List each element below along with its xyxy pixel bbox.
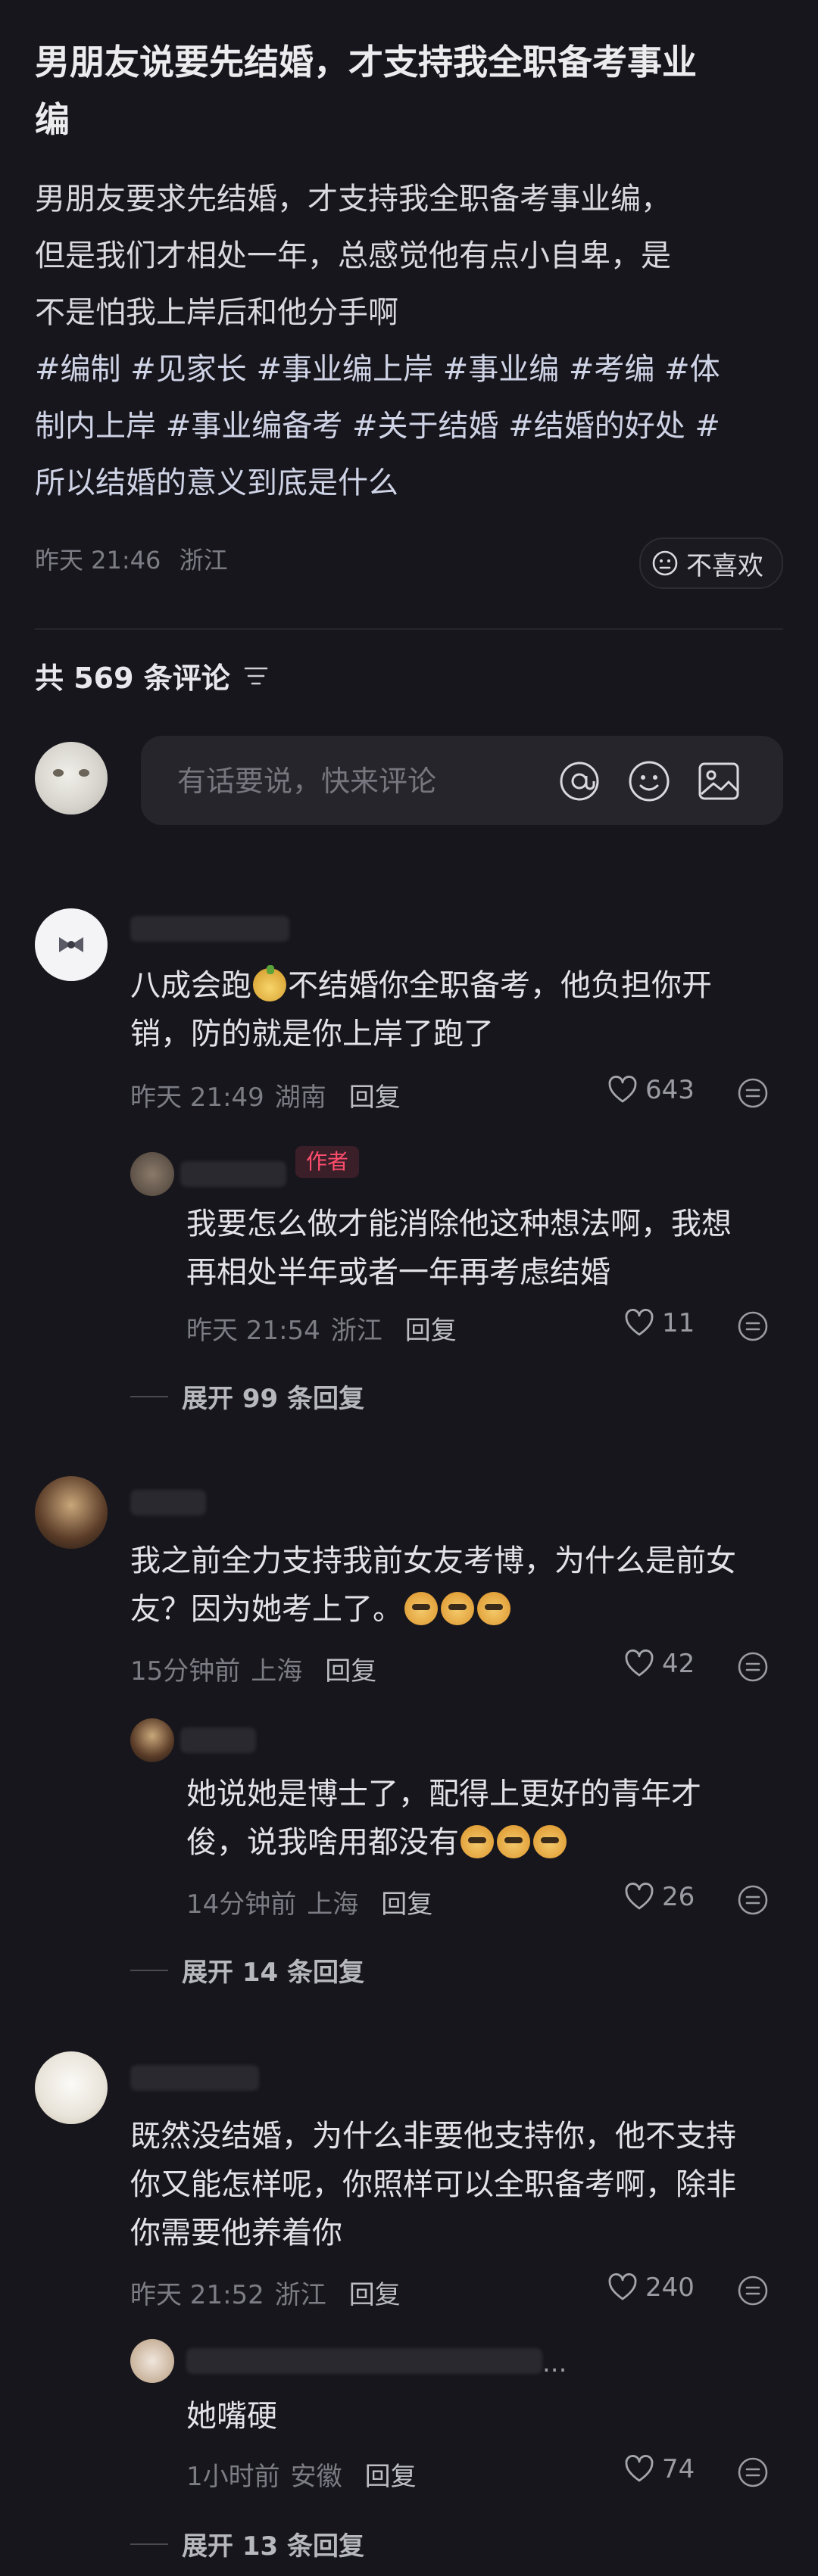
more-options-icon[interactable] bbox=[736, 1310, 770, 1343]
reply-button[interactable]: 回复 bbox=[365, 2456, 417, 2493]
reply-text: 她嘴硬 bbox=[186, 2399, 277, 2434]
post-meta: 昨天 21:46 浙江 bbox=[35, 541, 228, 576]
image-icon[interactable] bbox=[695, 758, 742, 805]
nickname[interactable] bbox=[180, 1161, 286, 1187]
my-avatar bbox=[35, 742, 108, 815]
like-count: 26 bbox=[662, 1882, 695, 1912]
more-options-icon[interactable] bbox=[736, 2456, 770, 2489]
dislike-face-icon bbox=[652, 550, 678, 576]
like-count: 240 bbox=[645, 2272, 695, 2303]
post-detail-page: 男朋友说要先结婚，才支持我全职备考事业 编 男朋友要求先结婚，才支持我全职备考事… bbox=[0, 0, 818, 2576]
reply-button[interactable]: 回复 bbox=[349, 2274, 401, 2311]
like-count: 74 bbox=[662, 2454, 695, 2484]
avatar[interactable] bbox=[35, 1476, 108, 1549]
like-count: 643 bbox=[645, 1075, 695, 1105]
emoji-face-icon bbox=[253, 965, 286, 1001]
comment-text: 八成会跑 不结婚你全职备考，他负担你开 销，防的就是你上岸了跑了 bbox=[130, 965, 712, 1051]
post-time: 昨天 21:46 bbox=[35, 546, 161, 575]
at-icon[interactable] bbox=[556, 758, 603, 805]
divider bbox=[35, 628, 783, 630]
comment-count: 共 569 条评论 bbox=[35, 662, 230, 695]
sort-icon[interactable] bbox=[242, 665, 270, 687]
like-button[interactable]: 643 bbox=[607, 1075, 695, 1105]
more-options-icon[interactable] bbox=[736, 2274, 770, 2307]
comment-meta: 昨天 21:49 湖南 回复 bbox=[130, 1076, 401, 1114]
expand-replies-button[interactable]: 展开 14 条回复 bbox=[130, 1951, 364, 1989]
reply-meta: 14分钟前 上海 回复 bbox=[186, 1883, 432, 1920]
comment-input[interactable] bbox=[176, 736, 527, 827]
avatar[interactable] bbox=[35, 2051, 108, 2124]
nickname[interactable] bbox=[130, 916, 289, 942]
expand-replies-button[interactable]: 展开 13 条回复 bbox=[130, 2525, 364, 2562]
comment-meta: 15分钟前 上海 回复 bbox=[130, 1650, 376, 1687]
heart-icon bbox=[625, 1883, 654, 1910]
avatar[interactable] bbox=[130, 1152, 174, 1196]
nickname[interactable] bbox=[186, 2348, 542, 2374]
emoji-face-icon bbox=[477, 1592, 510, 1625]
like-count: 11 bbox=[662, 1308, 695, 1338]
heart-icon bbox=[608, 1076, 637, 1103]
emoji-face-icon bbox=[461, 1825, 494, 1858]
avatar[interactable] bbox=[130, 1718, 174, 1762]
reply-button[interactable]: 回复 bbox=[381, 1883, 432, 1920]
comment-text: 既然没结婚，为什么非要他支持你，他不支持 你又能怎样呢，你照样可以全职备考啊，除… bbox=[130, 2119, 736, 2250]
emoji-face-icon bbox=[533, 1825, 567, 1858]
heart-icon bbox=[608, 2273, 637, 2300]
like-count: 42 bbox=[662, 1649, 695, 1679]
like-button[interactable]: 74 bbox=[624, 2454, 695, 2484]
post-title: 男朋友说要先结婚，才支持我全职备考事业 编 bbox=[35, 42, 697, 140]
nickname[interactable] bbox=[130, 1490, 206, 1515]
reply-button[interactable]: 回复 bbox=[349, 1076, 401, 1114]
like-button[interactable]: 11 bbox=[624, 1308, 695, 1338]
author-badge: 作者 bbox=[295, 1146, 360, 1178]
post-tags[interactable]: #编制 #见家长 #事业编上岸 #事业编 #考编 #体 制内上岸 #事业编备考 … bbox=[35, 341, 785, 512]
nickname-ellipsis: ... bbox=[542, 2348, 567, 2378]
reply-text: 我要怎么做才能消除他这种想法啊，我想 再相处半年或者一年再考虑结婚 bbox=[186, 1207, 732, 1290]
nickname[interactable] bbox=[180, 1727, 256, 1753]
avatar[interactable] bbox=[130, 2339, 174, 2383]
reply-button[interactable]: 回复 bbox=[405, 1310, 457, 1347]
nickname[interactable] bbox=[130, 2065, 259, 2091]
reply-meta: 1小时前 安徽 回复 bbox=[186, 2456, 417, 2493]
like-button[interactable]: 26 bbox=[624, 1882, 695, 1912]
emoji-face-icon bbox=[497, 1825, 530, 1858]
comment-count-header: 共 569 条评论 bbox=[35, 655, 270, 696]
emoji-face-icon bbox=[441, 1592, 474, 1625]
like-button[interactable]: 42 bbox=[624, 1649, 695, 1679]
expand-replies-button[interactable]: 展开 99 条回复 bbox=[130, 1378, 364, 1415]
avatar[interactable] bbox=[35, 908, 108, 981]
dislike-label: 不喜欢 bbox=[686, 550, 763, 581]
heart-icon bbox=[625, 2455, 654, 2482]
dislike-button[interactable]: 不喜欢 bbox=[639, 537, 783, 589]
post-location: 浙江 bbox=[179, 546, 228, 575]
reply-text: 她说她是博士了，配得上更好的青年才 俊，说我啥用都没有 bbox=[186, 1777, 701, 1860]
emoji-icon[interactable] bbox=[626, 758, 673, 805]
emoji-face-icon bbox=[404, 1592, 438, 1625]
like-button[interactable]: 240 bbox=[607, 2272, 695, 2303]
heart-icon bbox=[625, 1649, 654, 1677]
heart-icon bbox=[625, 1309, 654, 1336]
reply-button[interactable]: 回复 bbox=[325, 1650, 376, 1687]
more-options-icon[interactable] bbox=[736, 1650, 770, 1684]
reply-meta: 昨天 21:54 浙江 回复 bbox=[186, 1310, 457, 1347]
bow-icon bbox=[59, 937, 83, 952]
post-body: 男朋友要求先结婚，才支持我全职备考事业编， 但是我们才相处一年，总感觉他有点小自… bbox=[35, 171, 785, 512]
more-options-icon[interactable] bbox=[736, 1883, 770, 1917]
comment-text: 我之前全力支持我前女友考博，为什么是前女 友？因为她考上了。 bbox=[130, 1543, 736, 1627]
more-options-icon[interactable] bbox=[736, 1076, 770, 1110]
comment-composer[interactable] bbox=[141, 736, 783, 827]
comment-meta: 昨天 21:52 浙江 回复 bbox=[130, 2274, 401, 2311]
